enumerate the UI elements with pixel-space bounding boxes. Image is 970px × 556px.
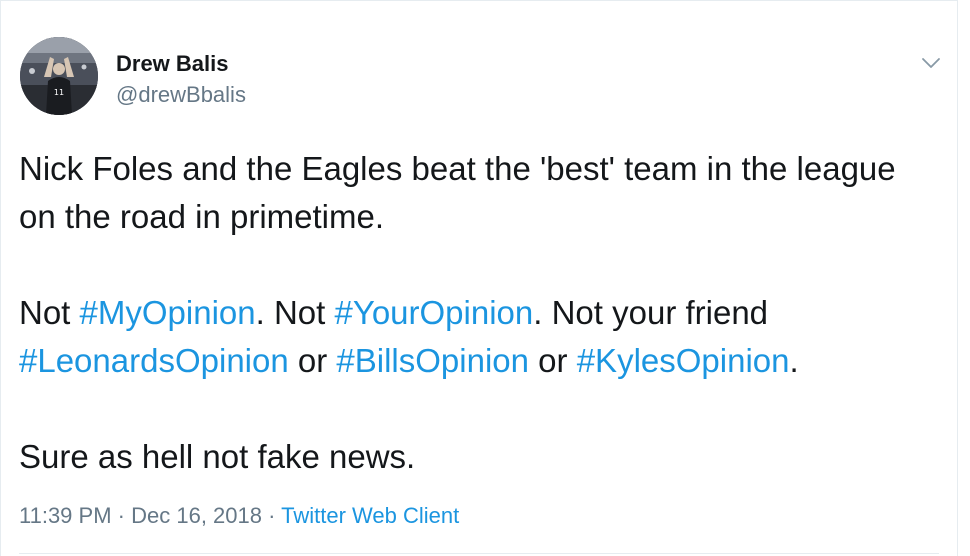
author-handle[interactable]: @drewBbalis [116,82,246,108]
tweet-card: 11 Drew Balis @drewBbalis Nick Foles and… [0,0,958,556]
chevron-down-icon[interactable] [919,51,943,75]
hashtag-kylesopinion[interactable]: #KylesOpinion [577,342,790,379]
tweet-paragraph-3: Sure as hell not fake news. [19,438,416,475]
text-segment: or [529,342,577,379]
meta-separator: · [111,503,132,528]
divider [19,553,939,554]
avatar-photo-icon: 11 [20,37,98,115]
hashtag-leonardsopinion[interactable]: #LeonardsOpinion [19,342,289,379]
tweet-date[interactable]: Dec 16, 2018 [131,503,262,528]
tweet-meta: 11:39 PM · Dec 16, 2018 · Twitter Web Cl… [19,503,459,529]
tweet-paragraph-1: Nick Foles and the Eagles beat the 'best… [19,150,896,235]
avatar[interactable]: 11 [20,37,98,115]
author-name[interactable]: Drew Balis [116,51,229,77]
tweet-time[interactable]: 11:39 PM [19,503,112,528]
text-segment: or [288,342,337,379]
hashtag-billsopinion[interactable]: #BillsOpinion [336,342,529,379]
tweet-client-link[interactable]: Twitter Web Client [281,503,459,528]
hashtag-myopinion[interactable]: #MyOpinion [80,294,256,331]
text-segment: . [789,342,799,379]
text-segment: . Not your friend [533,294,769,331]
svg-text:11: 11 [54,88,64,97]
tweet-paragraph-2: Not #MyOpinion. Not #YourOpinion. Not yo… [19,289,939,385]
hashtag-youropinion[interactable]: #YourOpinion [334,294,533,331]
meta-separator: · [261,503,282,528]
tweet-text: Nick Foles and the Eagles beat the 'best… [19,145,939,481]
text-segment: . Not [255,294,335,331]
text-segment: Not [19,294,80,331]
